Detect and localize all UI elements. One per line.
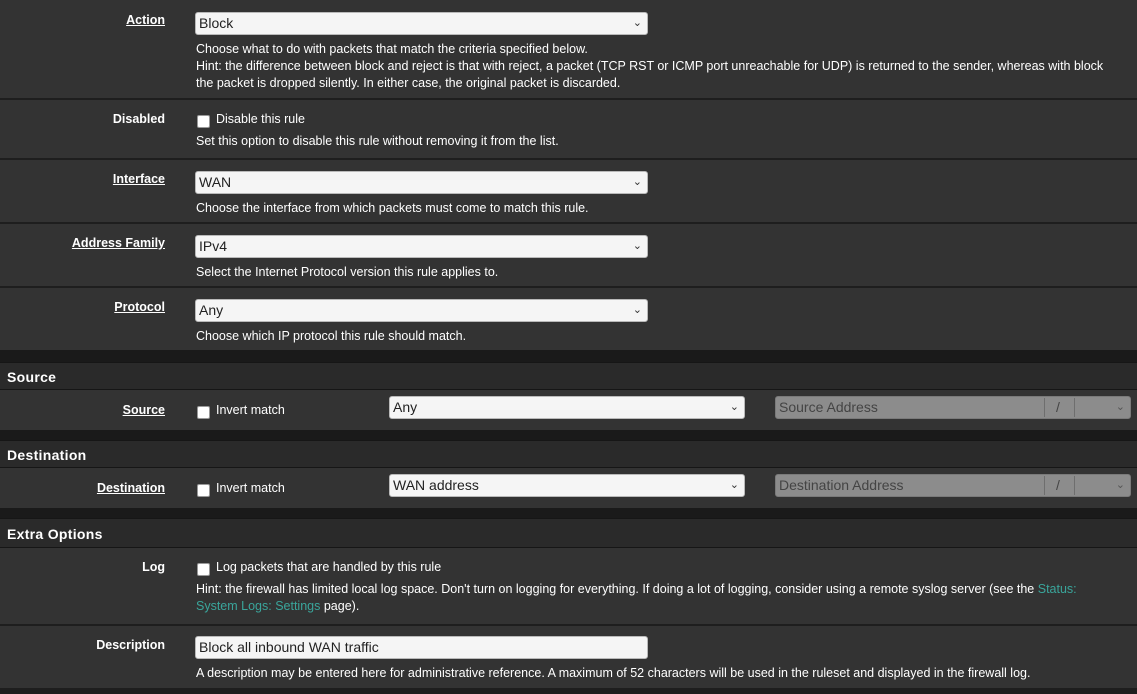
log-checkbox-label[interactable]: Log packets that are handled by this rul… [216,560,441,574]
action-row: Action Block ⌄ Choose what to do with pa… [0,0,1137,98]
description-help: A description may be entered here for ad… [196,666,1031,680]
destination-section-header: Destination [0,440,1137,468]
destination-type-select[interactable]: WAN address ⌄ [389,474,745,497]
section-gap [0,508,1137,518]
source-invert-label[interactable]: Invert match [216,403,285,417]
extra-options-section-title: Extra Options [7,526,103,542]
interface-select-value: WAN [199,174,232,190]
log-row: Log Log packets that are handled by this… [0,548,1137,624]
source-section-header: Source [0,362,1137,390]
log-label: Log [142,560,165,574]
protocol-select[interactable]: Any ⌄ [195,299,648,322]
interface-row: Interface WAN ⌄ Choose the interface fro… [0,160,1137,222]
chevron-down-icon: ⌄ [632,240,642,252]
section-gap [0,430,1137,440]
action-help-1: Choose what to do with packets that matc… [196,42,588,56]
destination-address-placeholder: Destination Address [779,477,904,493]
divider [1044,398,1045,417]
source-type-value: Any [393,399,418,415]
interface-help: Choose the interface from which packets … [196,201,589,215]
chevron-down-icon[interactable]: ⌄ [1116,397,1125,418]
divider [1074,476,1075,495]
extra-options-section-header: Extra Options [0,518,1137,548]
divider [1074,398,1075,417]
source-section-title: Source [7,369,57,385]
action-help-2: Hint: the difference between block and r… [196,59,1104,73]
chevron-down-icon: ⌄ [729,479,739,491]
description-input[interactable]: Block all inbound WAN traffic [195,636,648,659]
protocol-label[interactable]: Protocol [114,300,165,314]
description-row: Description Block all inbound WAN traffi… [0,626,1137,688]
destination-type-value: WAN address [393,477,479,493]
chevron-down-icon[interactable]: ⌄ [1116,475,1125,496]
disabled-help: Set this option to disable this rule wit… [196,134,559,148]
description-input-value: Block all inbound WAN traffic [199,639,379,655]
source-address-placeholder: Source Address [779,399,878,415]
destination-section-title: Destination [7,447,87,463]
log-help-suffix: page). [320,599,360,613]
interface-select[interactable]: WAN ⌄ [195,171,648,194]
action-help-3: the packet is dropped silently. In eithe… [196,76,621,90]
disabled-row: Disabled Disable this rule Set this opti… [0,100,1137,158]
source-type-select[interactable]: Any ⌄ [389,396,745,419]
source-row: Source Invert match Any ⌄ Source Address… [0,390,1137,430]
destination-invert-checkbox[interactable] [197,484,210,497]
address-family-select-value: IPv4 [199,238,228,254]
divider [0,688,1137,694]
log-help-text: Hint: the firewall has limited local log… [196,582,1035,596]
destination-label[interactable]: Destination [97,481,165,495]
address-family-row: Address Family IPv4 ⌄ Select the Interne… [0,224,1137,286]
divider [1044,476,1045,495]
destination-invert-label[interactable]: Invert match [216,481,285,495]
log-checkbox[interactable] [197,563,210,576]
address-family-label[interactable]: Address Family [72,236,165,250]
status-link[interactable]: Status: [1038,582,1077,596]
protocol-select-value: Any [199,302,224,318]
log-help: Hint: the firewall has limited local log… [196,581,1077,598]
disabled-label: Disabled [112,112,165,126]
source-address-input[interactable]: Source Address / ⌄ [775,396,1131,419]
address-family-select[interactable]: IPv4 ⌄ [195,235,648,258]
destination-address-input[interactable]: Destination Address / ⌄ [775,474,1131,497]
address-family-help: Select the Internet Protocol version thi… [196,265,499,279]
description-label: Description [96,638,165,652]
chevron-down-icon: ⌄ [632,17,642,29]
system-logs-settings-link[interactable]: System Logs: Settings [196,599,320,613]
action-select[interactable]: Block ⌄ [195,12,648,35]
destination-row: Destination Invert match WAN address ⌄ D… [0,468,1137,508]
chevron-down-icon: ⌄ [632,176,642,188]
section-gap [0,350,1137,362]
source-label[interactable]: Source [123,403,165,417]
protocol-row: Protocol Any ⌄ Choose which IP protocol … [0,288,1137,350]
cidr-slash: / [1056,477,1060,493]
cidr-slash: / [1056,399,1060,415]
disable-rule-checkbox[interactable] [197,115,210,128]
protocol-help: Choose which IP protocol this rule shoul… [196,329,467,343]
chevron-down-icon: ⌄ [729,401,739,413]
action-label[interactable]: Action [126,13,165,27]
source-invert-checkbox[interactable] [197,406,210,419]
chevron-down-icon: ⌄ [632,304,642,316]
action-select-value: Block [199,15,234,31]
interface-label[interactable]: Interface [113,172,165,186]
disable-rule-label[interactable]: Disable this rule [216,112,305,126]
log-help-line-2: System Logs: Settings page). [196,598,359,615]
